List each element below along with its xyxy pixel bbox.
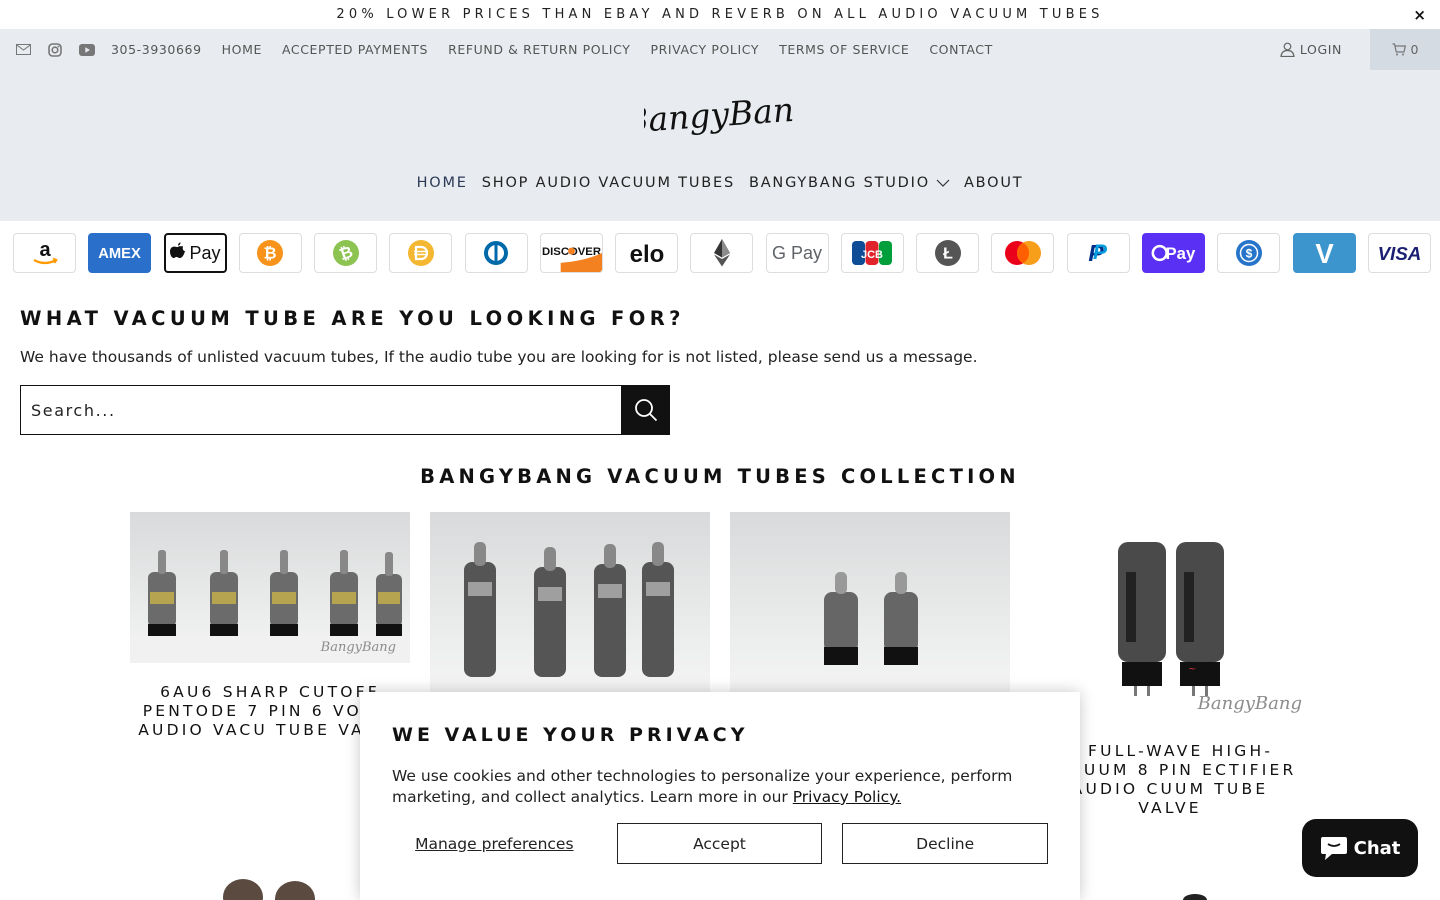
site-header: BangyBang HOME SHOP AUDIO VACUUM TUBES B…: [0, 70, 1440, 221]
product-image[interactable]: ~ BangyBang: [1030, 512, 1310, 722]
announcement-text: 20% LOWER PRICES THAN EBAY AND REVERB ON…: [336, 7, 1104, 22]
watermark: BangyBang: [1197, 693, 1302, 714]
svg-text:AMEX: AMEX: [98, 246, 141, 262]
google-pay-icon: G Pay: [765, 233, 829, 273]
chat-label: Chat: [1353, 837, 1401, 859]
ethereum-icon: [690, 233, 754, 273]
paypal-icon: PP: [1066, 233, 1130, 273]
bitcoin-cash-icon: ₿: [314, 233, 378, 273]
nav-studio[interactable]: BANGYBANG STUDIO: [749, 175, 950, 191]
login-label: LOGIN: [1299, 42, 1342, 57]
product-card[interactable]: [430, 512, 710, 712]
search-icon: [634, 399, 657, 422]
privacy-actions: Manage preferences Accept Decline: [392, 823, 1048, 864]
nav-about[interactable]: ABOUT: [964, 175, 1024, 191]
youtube-icon[interactable]: [79, 42, 95, 58]
topbar-link-refund-policy[interactable]: REFUND & RETURN POLICY: [448, 42, 630, 57]
privacy-title: WE VALUE YOUR PRIVACY: [392, 724, 749, 746]
discover-icon: DISCOVER: [539, 233, 603, 273]
collection-heading: BANGYBANG VACUUM TUBES COLLECTION: [420, 465, 1020, 488]
cart-button[interactable]: 0: [1370, 29, 1440, 70]
top-bar: 305-3930669 HOME ACCEPTED PAYMENTS REFUN…: [0, 29, 1440, 70]
manage-preferences-link[interactable]: Manage preferences: [392, 835, 597, 853]
privacy-text: We use cookies and other technologies to…: [392, 766, 1048, 808]
cart-icon: [1392, 43, 1406, 56]
search-section: WHAT VACUUM TUBE ARE YOU LOOKING FOR? We…: [0, 307, 1440, 435]
search-input[interactable]: [20, 385, 621, 435]
product-image[interactable]: [430, 512, 710, 692]
product-image[interactable]: BangyBang: [130, 512, 410, 663]
apple-pay-icon: Pay: [163, 233, 227, 273]
svg-text:~: ~: [1188, 664, 1196, 675]
chat-button[interactable]: Chat: [1302, 819, 1418, 877]
amex-icon: AMEX: [88, 233, 152, 273]
topbar-link-terms[interactable]: TERMS OF SERVICE: [779, 42, 909, 57]
amazon-pay-icon: a: [13, 233, 76, 273]
topbar-link-contact[interactable]: CONTACT: [929, 42, 992, 57]
close-icon[interactable]: ×: [1413, 6, 1426, 24]
litecoin-icon: Ł: [916, 233, 980, 273]
chevron-down-icon: [936, 179, 950, 187]
phone-link[interactable]: 305-3930669: [111, 42, 202, 57]
search-button[interactable]: [621, 385, 670, 435]
bitcoin-icon: ₿: [238, 233, 302, 273]
announcement-bar: 20% LOWER PRICES THAN EBAY AND REVERB ON…: [0, 0, 1440, 29]
logo-text: BangyBang: [644, 90, 796, 141]
cart-count: 0: [1410, 42, 1419, 57]
svg-text:P: P: [1093, 241, 1108, 264]
privacy-banner: WE VALUE YOUR PRIVACY We use cookies and…: [360, 692, 1080, 900]
svg-text:₿: ₿: [264, 245, 277, 263]
search-description: We have thousands of unlisted vacuum tub…: [20, 348, 978, 366]
dai-icon: [389, 233, 453, 273]
user-icon: [1280, 42, 1295, 57]
shop-pay-icon: Pay: [1141, 233, 1205, 273]
product-image[interactable]: [730, 512, 1010, 692]
svg-text:G Pay: G Pay: [772, 243, 822, 263]
search-heading: WHAT VACUUM TUBE ARE YOU LOOKING FOR?: [20, 307, 685, 330]
svg-text:V: V: [1315, 238, 1334, 269]
visa-icon: VISA: [1367, 233, 1431, 273]
decline-button[interactable]: Decline: [842, 823, 1048, 864]
product-image-partial: [223, 879, 315, 900]
nav-studio-label: BANGYBANG STUDIO: [748, 175, 930, 191]
nav-home[interactable]: HOME: [417, 175, 468, 191]
privacy-policy-link[interactable]: Privacy Policy.: [793, 788, 901, 806]
watermark: BangyBang: [320, 640, 396, 655]
svg-text:Pay: Pay: [1165, 244, 1195, 263]
diners-club-icon: [464, 233, 528, 273]
mastercard-icon: [991, 233, 1055, 273]
mail-icon[interactable]: [15, 42, 31, 58]
elo-icon: elo: [615, 233, 679, 273]
search-form: [20, 385, 670, 435]
topbar-link-privacy-policy[interactable]: PRIVACY POLICY: [650, 42, 759, 57]
chat-icon: [1320, 837, 1347, 860]
accept-button[interactable]: Accept: [616, 823, 823, 864]
usdc-icon: $: [1217, 233, 1281, 273]
svg-text:Pay: Pay: [190, 243, 221, 263]
svg-text:VISA: VISA: [1377, 243, 1421, 264]
topbar-link-accepted-payments[interactable]: ACCEPTED PAYMENTS: [282, 42, 428, 57]
privacy-body: We use cookies and other technologies to…: [392, 767, 1013, 806]
svg-text:JCB: JCB: [861, 249, 883, 261]
svg-text:elo: elo: [629, 241, 664, 268]
login-link[interactable]: LOGIN: [1280, 42, 1342, 57]
svg-text:Ł: Ł: [943, 246, 953, 263]
main-navigation: HOME SHOP AUDIO VACUUM TUBES BANGYBANG S…: [0, 175, 1440, 191]
svg-text:a: a: [39, 239, 51, 261]
product-image-partial: [1183, 894, 1207, 900]
instagram-icon[interactable]: [47, 42, 63, 58]
jcb-icon: JCB: [840, 233, 904, 273]
payment-icons-row: a AMEX Pay ₿ ₿ DISCOVER elo G Pay JCB Ł …: [0, 221, 1440, 285]
nav-shop[interactable]: SHOP AUDIO VACUUM TUBES: [482, 175, 735, 191]
venmo-icon: V: [1292, 233, 1356, 273]
topbar-link-home[interactable]: HOME: [222, 42, 262, 57]
site-logo[interactable]: BangyBang: [0, 90, 1440, 146]
svg-text:$: $: [1245, 247, 1252, 261]
product-card[interactable]: [730, 512, 1010, 712]
